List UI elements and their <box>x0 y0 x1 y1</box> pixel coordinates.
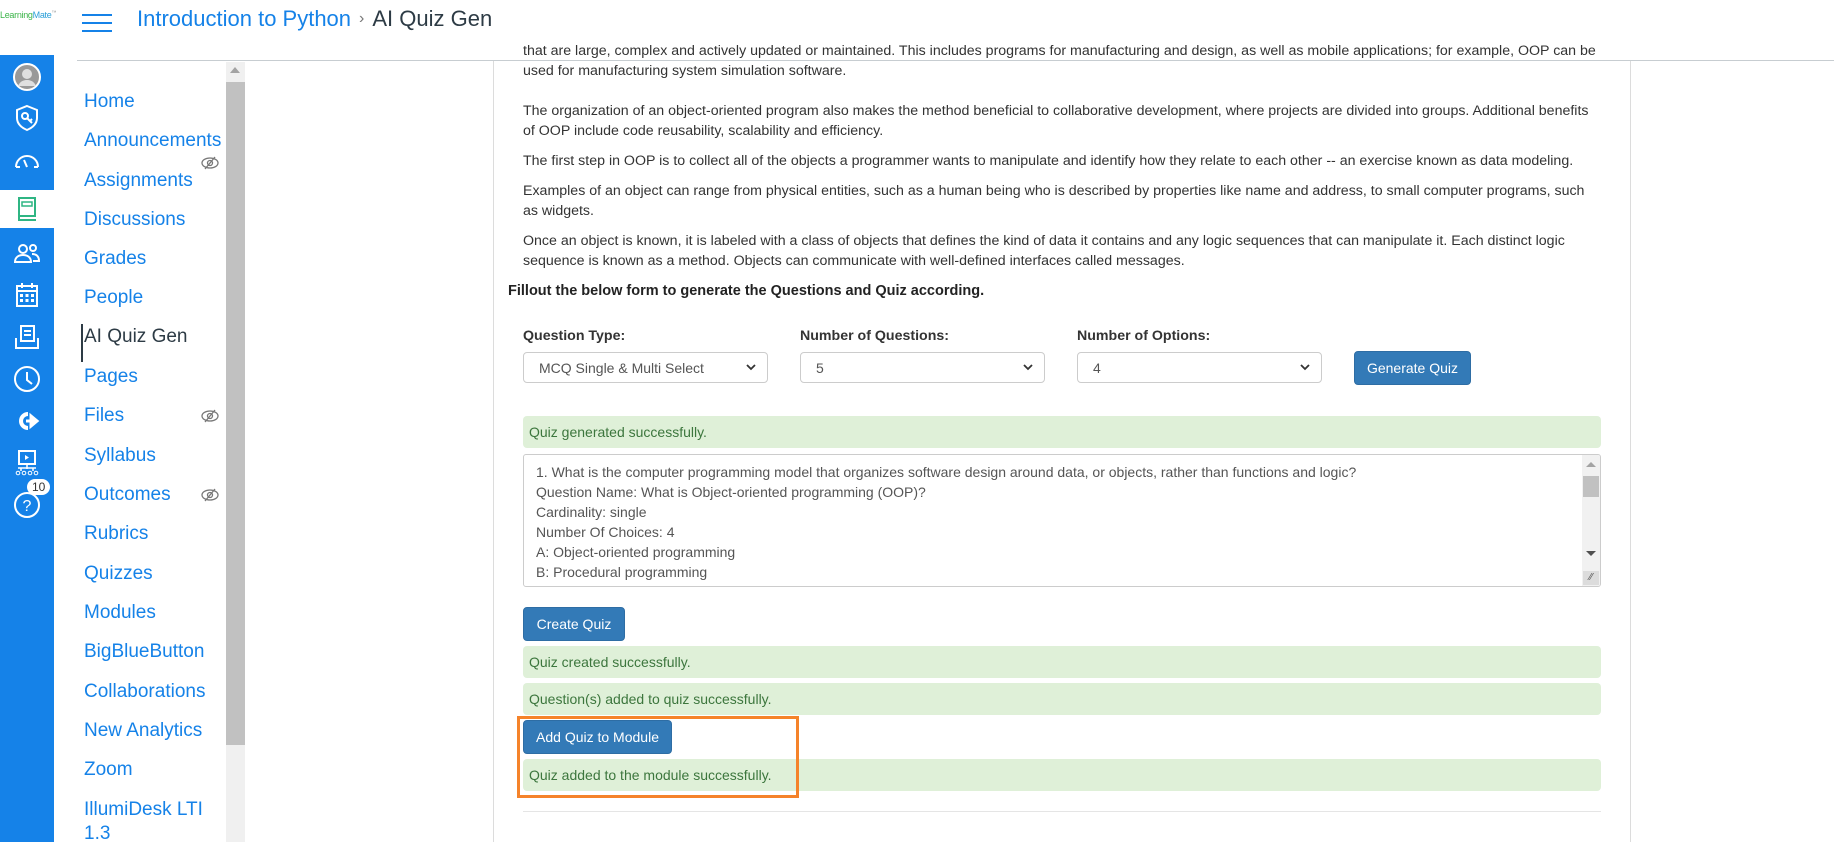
hamburger-line <box>82 30 112 32</box>
course-nav-files[interactable]: Files <box>84 404 124 428</box>
active-nav-indicator <box>81 324 83 362</box>
global-nav-dashboard[interactable] <box>0 140 54 180</box>
hidden-eye-icon <box>201 156 219 170</box>
course-nav-people[interactable]: People <box>84 286 143 310</box>
highlight-annotation-box <box>517 716 799 798</box>
num-options-select[interactable]: 4 <box>1077 352 1322 383</box>
course-nav-pages[interactable]: Pages <box>84 365 138 389</box>
course-nav-illumidesk[interactable]: IllumiDesk LTI 1.3 <box>84 798 203 846</box>
global-nav-calendar[interactable] <box>0 275 54 315</box>
content-paragraph: The organization of an object-oriented p… <box>523 103 1589 139</box>
chevron-down-icon <box>746 364 756 371</box>
logo-text-learning: Learning <box>0 10 33 20</box>
course-nav-bigbluebutton[interactable]: BigBlueButton <box>84 640 204 664</box>
logo-text-mate: Mate <box>32 10 52 20</box>
num-questions-value: 5 <box>816 359 824 376</box>
textarea-scroll-thumb[interactable] <box>1583 476 1599 497</box>
speedometer-icon <box>15 155 39 168</box>
breadcrumb-course-link[interactable]: Introduction to Python <box>137 6 351 32</box>
num-questions-label: Number of Questions: <box>800 328 949 344</box>
hamburger-line <box>82 14 112 16</box>
quiz-output-text: 1. What is the computer programming mode… <box>536 464 1357 586</box>
global-nav-courses[interactable] <box>0 190 54 228</box>
hamburger-line <box>82 22 112 24</box>
quiz-created-alert: Quiz created successfully. <box>523 646 1601 678</box>
global-nav-groups[interactable] <box>0 233 54 273</box>
video-network-icon <box>15 450 39 476</box>
course-nav-modules[interactable]: Modules <box>84 601 156 625</box>
shield-key-icon <box>16 104 38 132</box>
global-nav-account[interactable] <box>0 57 54 97</box>
course-nav-quizzes[interactable]: Quizzes <box>84 562 153 586</box>
breadcrumb: Introduction to Python › AI Quiz Gen <box>137 6 492 32</box>
global-nav-studio[interactable] <box>0 443 54 483</box>
avatar-icon <box>13 63 41 91</box>
create-quiz-button[interactable]: Create Quiz <box>523 607 625 641</box>
illumidesk-label: IllumiDesk LTI <box>84 799 203 820</box>
course-nav-home[interactable]: Home <box>84 90 135 114</box>
course-nav-rubrics[interactable]: Rubrics <box>84 522 148 546</box>
course-nav-zoom[interactable]: Zoom <box>84 758 133 782</box>
question-type-select[interactable]: MCQ Single & Multi Select <box>523 352 768 383</box>
illumidesk-version: 1.3 <box>84 823 111 844</box>
quiz-generated-alert: Quiz generated successfully. <box>523 416 1601 448</box>
hidden-eye-icon <box>201 488 219 502</box>
course-nav-ai-quiz-gen[interactable]: AI Quiz Gen <box>84 325 188 349</box>
breadcrumb-separator: › <box>359 10 365 27</box>
hidden-eye-icon <box>201 409 219 423</box>
course-nav-scroll-thumb[interactable] <box>226 82 245 745</box>
course-nav-announcements[interactable]: Announcements <box>84 129 221 153</box>
share-arrow-icon <box>19 412 40 430</box>
global-nav-help[interactable]: ? 10 <box>0 479 54 525</box>
resize-handle-icon[interactable]: ⁄⁄ <box>1583 571 1599 585</box>
calendar-icon <box>16 283 38 307</box>
logo-tm: ™ <box>51 10 57 16</box>
course-nav-assignments[interactable]: Assignments <box>84 169 193 193</box>
course-nav-collaborations[interactable]: Collaborations <box>84 680 205 704</box>
content-paragraph: that are large, complex and actively upd… <box>523 43 1596 79</box>
scroll-up-arrow-icon[interactable] <box>230 67 240 73</box>
inbox-icon <box>15 325 39 349</box>
content-paragraph: Examples of an object can range from phy… <box>523 183 1585 219</box>
form-instructions: Fillout the below form to generate the Q… <box>508 283 985 299</box>
question-type-label: Question Type: <box>523 328 626 344</box>
content-border-right <box>1630 61 1631 842</box>
question-type-value: MCQ Single & Multi Select <box>539 359 704 376</box>
course-nav-new-analytics[interactable]: New Analytics <box>84 719 202 743</box>
content-divider <box>523 811 1601 812</box>
content-paragraph: Once an object is known, it is labeled w… <box>523 233 1565 269</box>
content-border-left <box>493 61 494 842</box>
scroll-up-arrow-icon[interactable] <box>1586 462 1596 467</box>
global-nav-history[interactable] <box>0 359 54 399</box>
course-nav-grades[interactable]: Grades <box>84 247 146 271</box>
scroll-down-arrow-icon[interactable] <box>1586 551 1596 556</box>
num-options-value: 4 <box>1093 359 1101 376</box>
num-questions-select[interactable]: 5 <box>800 352 1045 383</box>
content-paragraph: The first step in OOP is to collect all … <box>523 153 1574 169</box>
global-nav-commons[interactable] <box>0 401 54 441</box>
hamburger-menu-button[interactable] <box>82 10 112 34</box>
questions-added-alert: Question(s) added to quiz successfully. <box>523 683 1601 715</box>
course-nav-syllabus[interactable]: Syllabus <box>84 444 156 468</box>
num-options-label: Number of Options: <box>1077 328 1211 344</box>
global-nav-admin[interactable] <box>0 98 54 138</box>
chevron-down-icon <box>1300 364 1310 371</box>
textarea-scrollbar[interactable] <box>1582 455 1600 586</box>
course-nav-outcomes[interactable]: Outcomes <box>84 483 171 507</box>
global-nav-inbox[interactable] <box>0 317 54 357</box>
course-nav-discussions[interactable]: Discussions <box>84 208 185 232</box>
svg-text:?: ? <box>23 498 32 515</box>
quiz-output-textarea[interactable]: 1. What is the computer programming mode… <box>523 454 1601 587</box>
breadcrumb-current: AI Quiz Gen <box>372 6 493 31</box>
generate-quiz-button[interactable]: Generate Quiz <box>1354 351 1471 385</box>
learningmate-logo[interactable]: LearningMate™ <box>0 10 56 20</box>
book-icon <box>18 197 36 221</box>
help-badge: 10 <box>27 479 51 495</box>
global-navigation: ? 10 <box>0 55 54 842</box>
chevron-down-icon <box>1023 364 1033 371</box>
people-icon <box>13 244 41 263</box>
clock-icon <box>14 366 40 392</box>
